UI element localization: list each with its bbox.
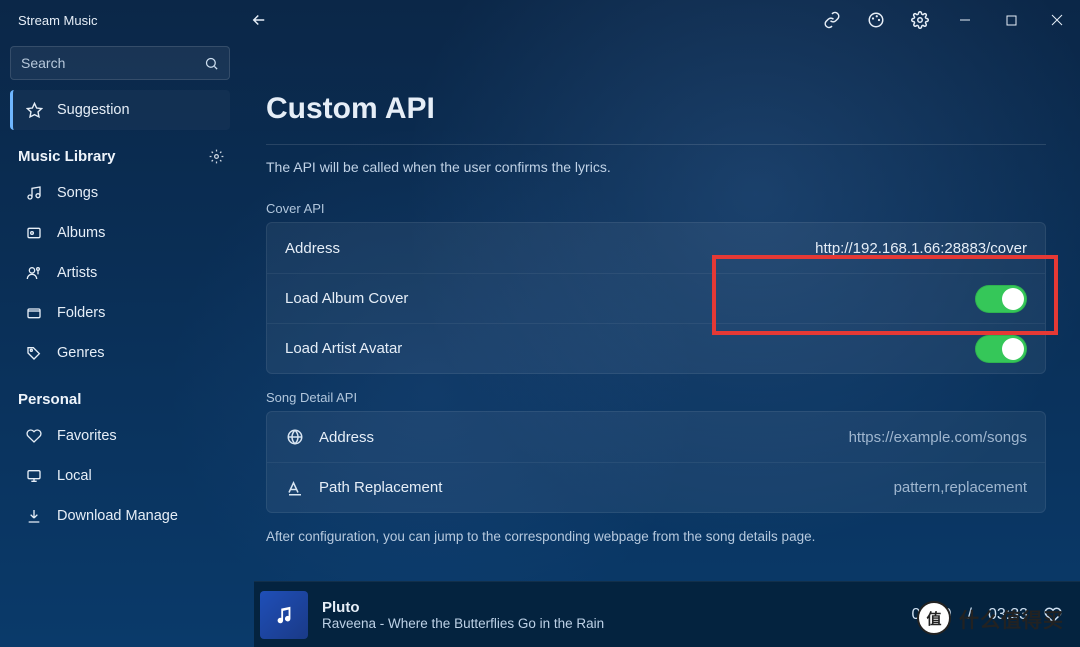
maximize-button[interactable] — [988, 0, 1034, 40]
track-info[interactable]: Pluto Raveena - Where the Butterflies Go… — [322, 599, 604, 631]
sidebar-item-label: Download Manage — [57, 508, 178, 524]
group-song-api: Song Detail API — [266, 390, 1046, 405]
sidebar-item-label: Artists — [57, 265, 97, 281]
search-input[interactable] — [21, 55, 204, 71]
app-title: Stream Music — [18, 13, 97, 28]
download-icon — [25, 508, 43, 524]
album-cover[interactable] — [260, 591, 308, 639]
row-path-replacement[interactable]: Path Replacement pattern,replacement — [267, 462, 1045, 512]
group-cover-api: Cover API — [266, 201, 1046, 216]
sidebar-item-favorites[interactable]: Favorites — [10, 416, 230, 456]
sidebar-item-download[interactable]: Download Manage — [10, 496, 230, 536]
row-cover-address[interactable]: Address http://192.168.1.66:28883/cover — [267, 223, 1045, 273]
time-total: 03:33 — [988, 606, 1028, 624]
card-song-api: Address https://example.com/songs Path R… — [266, 411, 1046, 513]
time-elapsed: 01:50 — [911, 606, 951, 624]
sidebar-item-folders[interactable]: Folders — [10, 293, 230, 333]
sidebar-item-label: Suggestion — [57, 102, 130, 118]
close-button[interactable] — [1034, 0, 1080, 40]
path-label: Path Replacement — [319, 479, 442, 496]
search-icon — [204, 56, 219, 71]
minimize-button[interactable] — [942, 0, 988, 40]
monitor-icon — [25, 468, 43, 484]
toggle-load-album[interactable] — [975, 285, 1027, 313]
sidebar-item-artists[interactable]: Artists — [10, 253, 230, 293]
main-content: Custom API The API will be called when t… — [240, 40, 1080, 647]
sidebar-item-albums[interactable]: Albums — [10, 213, 230, 253]
folder-icon — [25, 305, 43, 321]
row-load-album: Load Album Cover — [267, 273, 1045, 323]
song-address-placeholder: https://example.com/songs — [849, 429, 1027, 446]
section-music-library: Music Library — [10, 130, 230, 173]
settings-icon[interactable] — [898, 0, 942, 40]
address-label: Address — [285, 240, 340, 257]
row-load-artist: Load Artist Avatar — [267, 323, 1045, 373]
sidebar-item-label: Songs — [57, 185, 98, 201]
address-value: http://192.168.1.66:28883/cover — [815, 240, 1027, 257]
toggle-load-artist[interactable] — [975, 335, 1027, 363]
heart-icon — [25, 428, 43, 444]
globe-icon — [285, 428, 305, 446]
library-settings-icon[interactable] — [209, 149, 224, 164]
path-placeholder: pattern,replacement — [894, 479, 1027, 496]
sidebar: Suggestion Music Library Songs Albums Ar… — [0, 40, 240, 647]
sidebar-item-label: Favorites — [57, 428, 117, 444]
sidebar-item-songs[interactable]: Songs — [10, 173, 230, 213]
sidebar-item-label: Folders — [57, 305, 105, 321]
music-note-icon — [25, 185, 43, 201]
back-button[interactable] — [237, 0, 281, 40]
sidebar-item-label: Albums — [57, 225, 105, 241]
row-song-address[interactable]: Address https://example.com/songs — [267, 412, 1045, 462]
page-title: Custom API — [266, 92, 1060, 126]
theme-icon[interactable] — [854, 0, 898, 40]
artist-icon — [25, 265, 43, 281]
song-api-footnote: After configuration, you can jump to the… — [266, 529, 1046, 544]
card-cover-api: Address http://192.168.1.66:28883/cover … — [266, 222, 1046, 374]
link-icon[interactable] — [810, 0, 854, 40]
section-personal: Personal — [10, 373, 230, 416]
track-title: Pluto — [322, 599, 604, 616]
track-artist: Raveena - Where the Butterflies Go in th… — [322, 616, 604, 631]
now-playing-bar: Pluto Raveena - Where the Butterflies Go… — [254, 581, 1080, 647]
album-icon — [25, 225, 43, 241]
sidebar-item-genres[interactable]: Genres — [10, 333, 230, 373]
load-album-label: Load Album Cover — [285, 290, 408, 307]
star-icon — [25, 102, 43, 119]
song-address-label: Address — [319, 429, 374, 446]
sidebar-item-label: Genres — [57, 345, 105, 361]
search-box[interactable] — [10, 46, 230, 80]
load-artist-label: Load Artist Avatar — [285, 340, 402, 357]
favorite-icon[interactable] — [1044, 606, 1062, 624]
divider — [266, 144, 1046, 145]
text-icon — [285, 479, 305, 497]
page-help-text: The API will be called when the user con… — [266, 159, 1046, 175]
sidebar-item-label: Local — [57, 468, 92, 484]
sidebar-item-local[interactable]: Local — [10, 456, 230, 496]
sidebar-item-suggestion[interactable]: Suggestion — [10, 90, 230, 130]
tag-icon — [25, 345, 43, 361]
titlebar: Stream Music — [0, 0, 1080, 40]
